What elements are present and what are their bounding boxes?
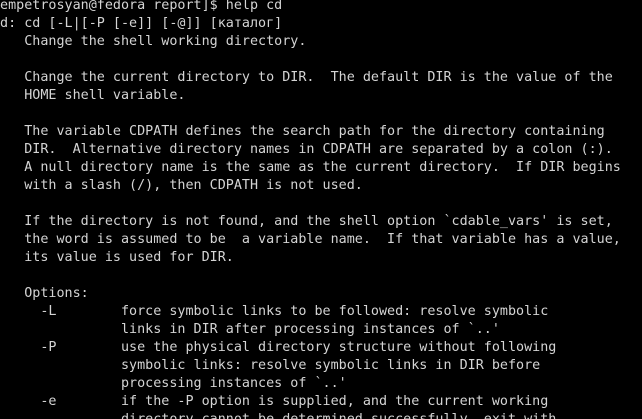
output-line: A null directory name is the same as the…	[0, 160, 621, 175]
option-line: -P use the physical directory structure …	[0, 340, 557, 355]
option-line: processing instances of `..'	[0, 376, 347, 391]
option-line: -e if the -P option is supplied, and the…	[0, 394, 549, 409]
option-line: directory cannot be determined successfu…	[0, 411, 621, 419]
output-line: Change the current directory to DIR. The…	[0, 70, 613, 85]
output-line: the word is assumed to be a variable nam…	[0, 232, 621, 247]
options-heading: Options:	[0, 286, 89, 301]
output-line: Change the shell working directory.	[0, 34, 307, 49]
output-line: DIR. Alternative directory names in CDPA…	[0, 142, 613, 157]
option-line: -L force symbolic links to be followed: …	[0, 304, 549, 319]
terminal-window[interactable]: [empetrosyan@fedora report]$ help cd cd:…	[0, 0, 642, 419]
prompt-line: [empetrosyan@fedora report]$ help cd	[0, 0, 283, 13]
option-line: symbolic links: resolve symbolic links i…	[0, 358, 541, 373]
output-line: If the directory is not found, and the s…	[0, 214, 613, 229]
usage-line: cd: cd [-L|[-P [-e]] [-@]] [каталог]	[0, 16, 283, 31]
output-line: its value is used for DIR.	[0, 250, 234, 265]
output-line: HOME shell variable.	[0, 88, 186, 103]
output-line: with a slash (/), then CDPATH is not use…	[0, 178, 363, 193]
output-line: The variable CDPATH defines the search p…	[0, 124, 605, 139]
terminal-output: [empetrosyan@fedora report]$ help cd cd:…	[0, 0, 621, 419]
option-line: links in DIR after processing instances …	[0, 322, 500, 337]
